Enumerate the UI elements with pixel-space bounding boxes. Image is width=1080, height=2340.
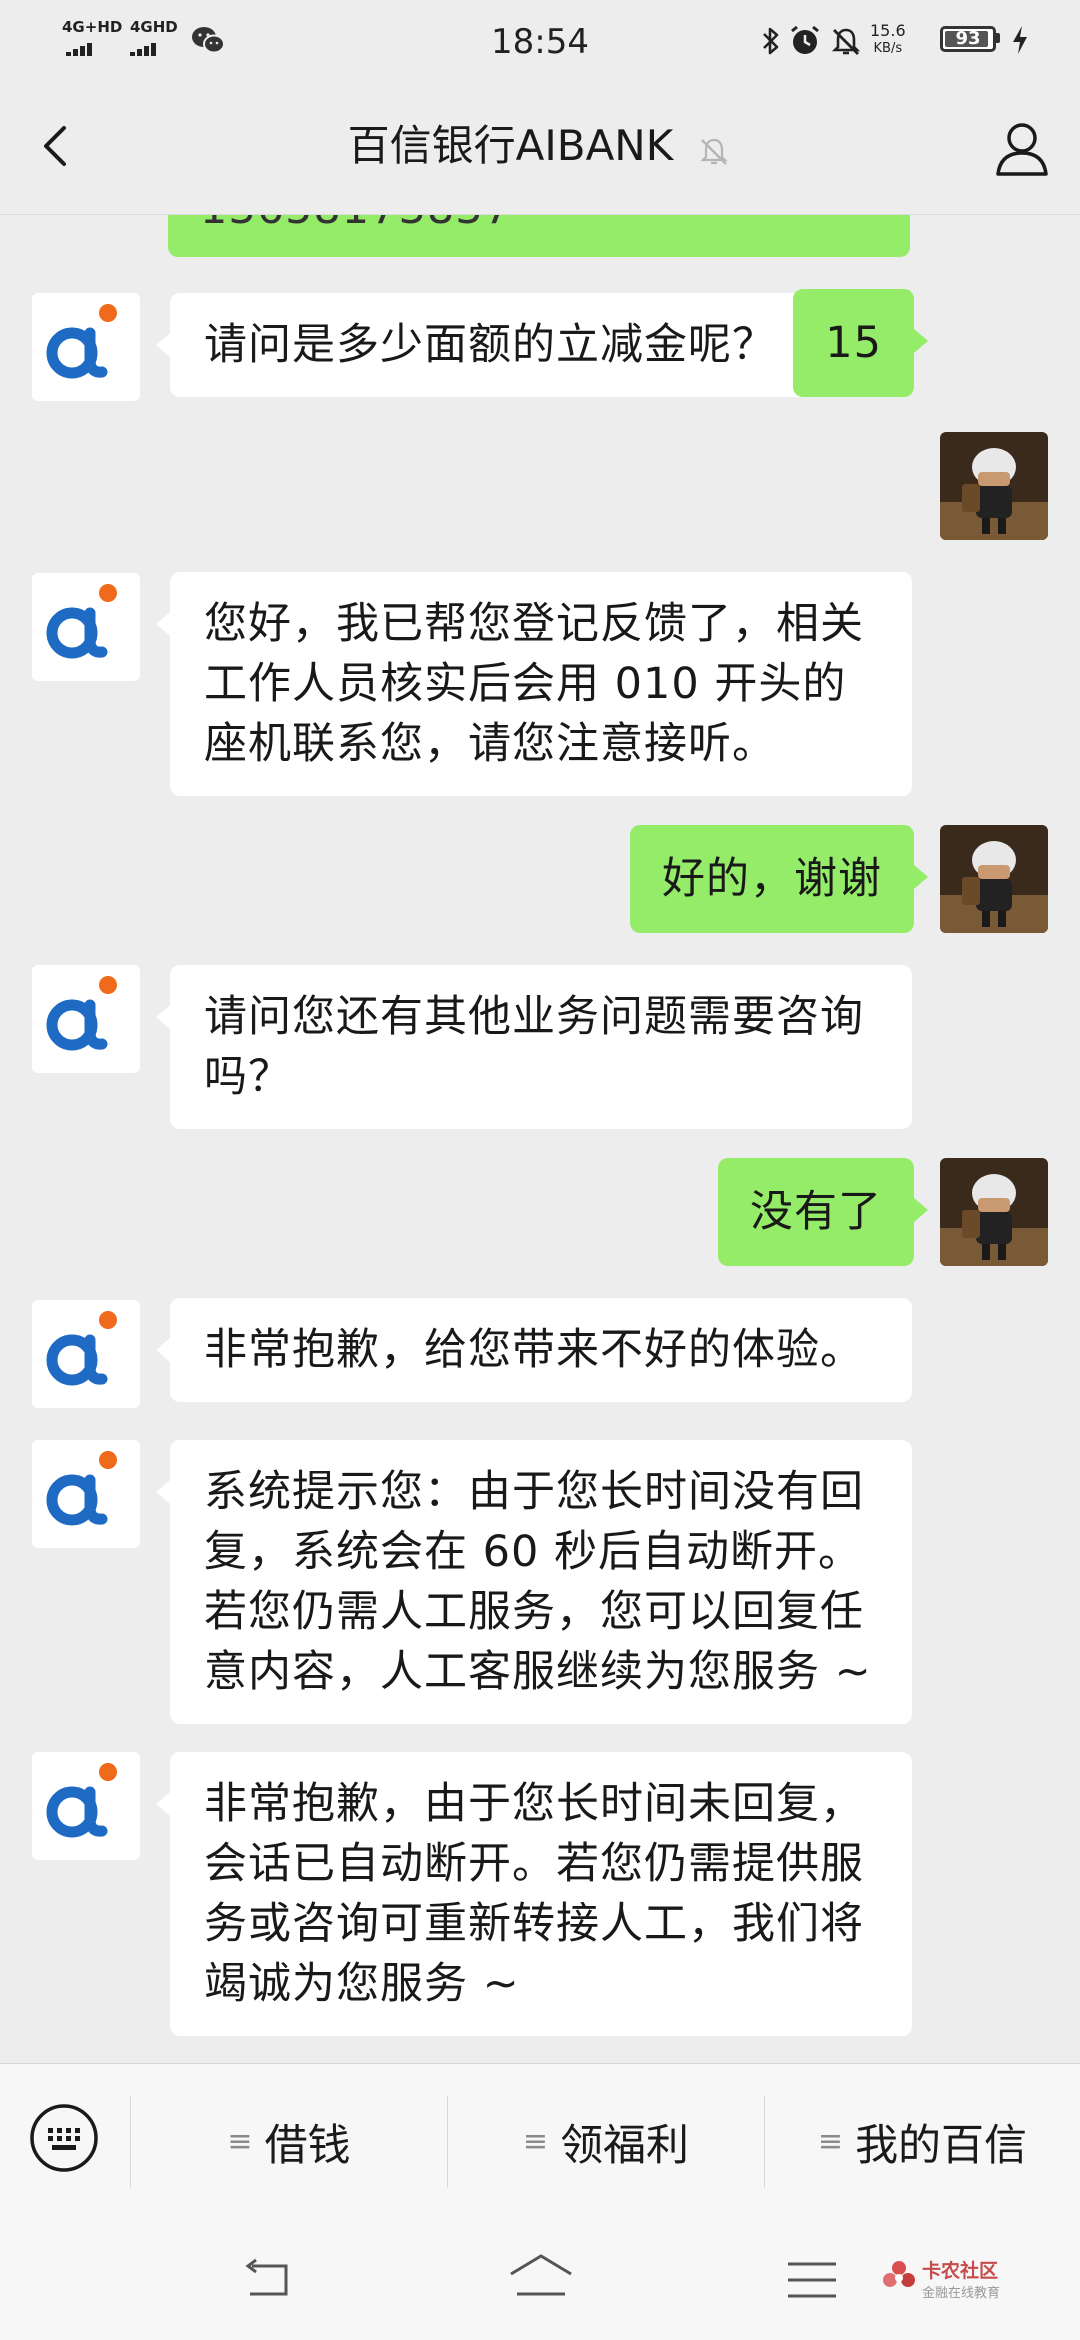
bell-off-icon (700, 138, 729, 165)
menu-item-label: 借钱 (264, 2120, 351, 2171)
chat-header: 百信银行AIBANK (0, 80, 1080, 215)
home-icon[interactable] (505, 2250, 577, 2310)
bank-logo-icon (46, 976, 117, 1051)
message-bubble-user[interactable]: 没有了 (718, 1158, 928, 1266)
recents-icon[interactable] (782, 2250, 842, 2310)
charging-icon (1013, 26, 1027, 54)
return-icon[interactable] (238, 2250, 298, 2310)
bot-avatar[interactable] (32, 1440, 140, 1548)
user-avatar[interactable] (940, 432, 1048, 540)
keyboard-icon[interactable] (28, 2102, 100, 2174)
message-text: 好的，谢谢 (662, 854, 882, 904)
chat-title: 百信银行AIBANK (347, 121, 674, 170)
bot-avatar[interactable] (32, 965, 140, 1073)
message-line: 座机联系您，请您注意接听。 (204, 719, 776, 769)
speed-unit: KB/s (873, 41, 903, 56)
menu-lines-icon: ≡ (227, 2124, 253, 2159)
speed-value: 15.6 (870, 21, 906, 40)
battery-indicator: 93 (940, 26, 996, 52)
mute-icon (831, 28, 861, 55)
user-avatar-image (940, 432, 1048, 540)
user-avatar-image (940, 1158, 1048, 1266)
message-text: 请问是多少面额的立减金呢？ (204, 320, 776, 370)
watermark-subtext: 金融在线教育 (922, 2286, 1001, 2301)
header-title-group: 百信银行AIBANK (0, 116, 1080, 176)
bot-avatar[interactable] (32, 293, 140, 401)
message-line: 工作人员核实后会用 010 开头的 (204, 659, 847, 709)
message-bubble-bot[interactable]: 系统提示您：由于您长时间没有回 复，系统会在 60 秒后自动断开。 若您仍需人工… (156, 1440, 912, 1724)
alarm-icon (791, 25, 819, 54)
message-text: 15 (825, 318, 882, 368)
message-line: 会话已自动断开。若您仍需提供服 (204, 1839, 864, 1889)
menu-lines-icon: ≡ (817, 2124, 844, 2159)
message-list[interactable]: 13658173837 请问是多少面额的立减金呢？ 15 (0, 215, 1080, 2063)
service-menu-bar: ≡ 借钱 ≡ 领福利 ≡ 我的百信 (0, 2063, 1080, 2219)
bank-logo-icon (46, 304, 117, 379)
message-line: 复，系统会在 60 秒后自动断开。 (204, 1527, 863, 1577)
message-line: 吗？ (204, 1052, 292, 1102)
bot-avatar[interactable] (32, 1300, 140, 1408)
message-line: 竭诚为您服务 ~ (204, 1959, 520, 2009)
battery-tip (996, 33, 1000, 43)
bluetooth-icon (763, 27, 779, 55)
message-bubble-bot[interactable]: 您好，我已帮您登记反馈了，相关 工作人员核实后会用 010 开头的 座机联系您，… (156, 572, 912, 796)
menu-item-borrow[interactable]: ≡ 借钱 (131, 2064, 447, 2219)
message-line: 您好，我已帮您登记反馈了，相关 (204, 599, 864, 649)
status-right: 15.6 KB/s 93 (760, 18, 1050, 66)
menu-item-my-aibank[interactable]: ≡ 我的百信 (765, 2064, 1080, 2219)
user-avatar[interactable] (940, 1158, 1048, 1266)
message-line: 系统提示您：由于您长时间没有回 (204, 1467, 864, 1517)
message-bubble-user[interactable]: 13658173837 (168, 215, 910, 257)
menu-item-label: 领福利 (560, 2120, 690, 2171)
bank-logo-icon (46, 1311, 117, 1386)
message-bubble-bot[interactable]: 请问您还有其他业务问题需要咨询 吗？ (156, 965, 912, 1129)
message-bubble-bot[interactable]: 请问是多少面额的立减金呢？ (156, 293, 810, 397)
menu-item-benefits[interactable]: ≡ 领福利 (448, 2064, 764, 2219)
message-line: 务或咨询可重新转接人工，我们将 (204, 1899, 864, 1949)
bank-logo-icon (46, 1763, 117, 1838)
bank-logo-icon (46, 1451, 117, 1526)
menu-lines-icon: ≡ (522, 2124, 549, 2159)
user-avatar-image (940, 825, 1048, 933)
message-bubble-bot[interactable]: 非常抱歉，给您带来不好的体验。 (156, 1298, 912, 1402)
message-text: 非常抱歉，给您带来不好的体验。 (204, 1325, 864, 1375)
message-line: 请问您还有其他业务问题需要咨询 (204, 992, 864, 1042)
network-speed: 15.6 KB/s (870, 22, 906, 58)
flower-logo-icon (883, 2261, 915, 2287)
message-bubble-user[interactable]: 好的，谢谢 (630, 825, 928, 933)
watermark: 卡农社区 金融在线教育 (880, 2256, 1040, 2304)
message-line: 意内容，人工客服继续为您服务 ~ (204, 1647, 872, 1697)
user-avatar[interactable] (940, 825, 1048, 933)
menu-item-label: 我的百信 (855, 2120, 1028, 2171)
message-text: 13658173837 (200, 215, 512, 234)
person-icon[interactable] (990, 116, 1054, 180)
watermark-text: 卡农社区 (922, 2260, 999, 2282)
message-bubble-user[interactable]: 15 (793, 289, 928, 397)
battery-percent: 93 (955, 28, 981, 49)
message-bubble-bot[interactable]: 非常抱歉，由于您长时间未回复， 会话已自动断开。若您仍需提供服 务或咨询可重新转… (156, 1752, 912, 2036)
bot-avatar[interactable] (32, 573, 140, 681)
bot-avatar[interactable] (32, 1752, 140, 1860)
bank-logo-icon (46, 584, 117, 659)
status-bar: 4G+HD 4GHD 18:54 15.6 KB/s 93 (0, 0, 1080, 80)
message-text: 没有了 (750, 1187, 882, 1237)
system-navigation-bar: 卡农社区 金融在线教育 (0, 2218, 1080, 2340)
message-line: 非常抱歉，由于您长时间未回复， (204, 1779, 864, 1829)
message-line: 若您仍需人工服务，您可以回复任 (204, 1587, 864, 1637)
